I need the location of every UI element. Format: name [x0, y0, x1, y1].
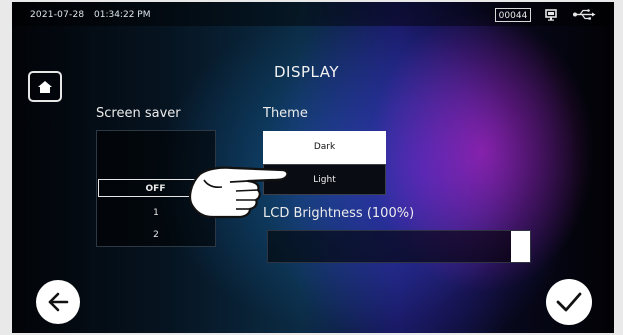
- status-date: 2021-07-28: [30, 10, 85, 20]
- usb-icon: [573, 9, 596, 20]
- status-time: 01:34:22 PM: [94, 10, 151, 20]
- home-icon: [38, 80, 52, 93]
- back-button[interactable]: [36, 280, 80, 324]
- device-frame: 2021-07-28 01:34:22 PM 00044 DISPLAY Scr…: [0, 0, 623, 335]
- display-screen: 2021-07-28 01:34:22 PM 00044 DISPLAY Scr…: [12, 2, 614, 333]
- pointing-hand-icon: [189, 166, 289, 219]
- monitor-icon: [545, 9, 557, 21]
- theme-label: Theme: [263, 106, 308, 121]
- counter-badge: 00044: [495, 8, 531, 22]
- lcd-brightness-slider[interactable]: [267, 230, 531, 263]
- slider-thumb[interactable]: [511, 231, 530, 262]
- screen-saver-label: Screen saver: [96, 106, 181, 121]
- status-bar: 2021-07-28 01:34:22 PM 00044: [12, 2, 614, 26]
- confirm-button[interactable]: [546, 279, 592, 325]
- checkmark-icon: [556, 292, 582, 312]
- arrow-left-icon: [48, 292, 69, 312]
- screen-saver-option-2[interactable]: 2: [97, 230, 215, 240]
- page-title: DISPLAY: [274, 63, 340, 81]
- home-button[interactable]: [28, 71, 62, 102]
